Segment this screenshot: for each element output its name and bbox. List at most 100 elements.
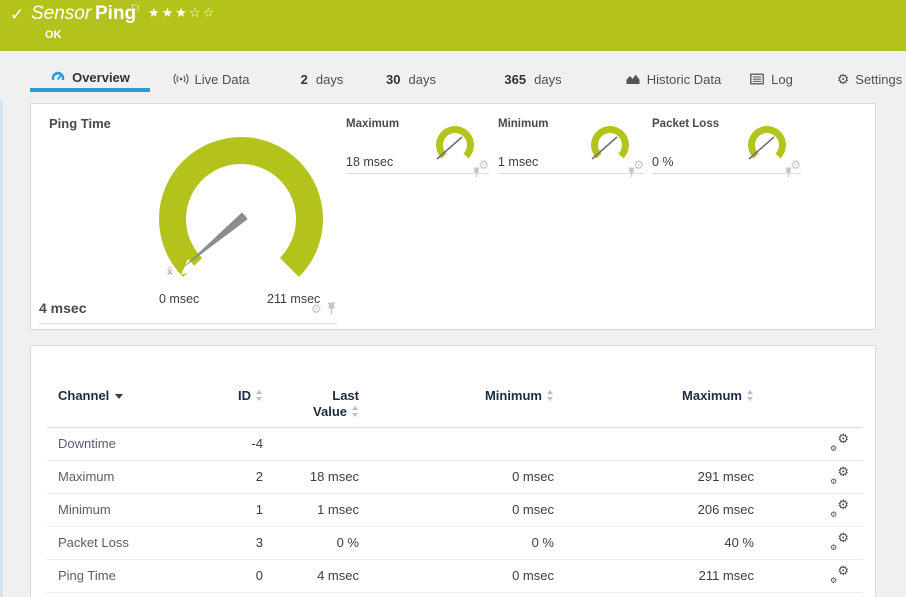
channel-last-value: 0 % — [267, 526, 363, 559]
channel-table-panel: Channel ID Last Value Minimum Maximum — [30, 345, 876, 597]
channel-minimum: 0 msec — [363, 493, 558, 526]
column-header-minimum[interactable]: Minimum — [363, 382, 558, 427]
mini-gauge-title: Minimum — [498, 118, 548, 130]
channel-name[interactable]: Maximum — [47, 460, 237, 493]
channel-settings-icon[interactable]: ⚙⚙ — [830, 435, 849, 452]
channel-last-value: 4 msec — [267, 559, 363, 592]
tab-overview[interactable]: Overview — [30, 66, 150, 92]
pin-icon[interactable] — [326, 302, 337, 315]
maximum-gauge — [429, 120, 481, 172]
tab-label: Settings — [855, 72, 902, 87]
tab-label: Log — [771, 72, 793, 87]
gauge-block-divider — [39, 323, 337, 324]
page-edge-strip — [0, 100, 3, 597]
sort-icon — [256, 390, 263, 401]
tab-label: Historic Data — [647, 72, 721, 87]
status-badge: OK — [45, 29, 62, 41]
table-row-ping-time: Ping Time 0 4 msec 0 msec 211 msec ⚙⚙ — [47, 559, 863, 592]
table-row-maximum: Maximum 2 18 msec 0 msec 291 msec ⚙⚙ — [47, 460, 863, 493]
mini-gauge-minimum: Minimum 1 msec ⚙ — [498, 112, 644, 174]
channel-last-value — [267, 427, 363, 460]
tab-historic-data[interactable]: Historic Data — [618, 66, 728, 92]
sensor-header: ✓ Sensor Ping ⚐ ★★★☆☆ OK — [0, 0, 906, 51]
channel-maximum: 206 msec — [558, 493, 758, 526]
mini-gauge-maximum: Maximum 18 msec ⚙ — [346, 112, 489, 174]
sort-desc-icon — [115, 394, 123, 399]
chart-icon — [625, 71, 641, 87]
tab-bar: Overview Live Data 2 days 30 days 365 da… — [0, 51, 906, 96]
live-signal-icon — [173, 71, 189, 87]
tab-2-days[interactable]: 2 days — [293, 66, 351, 92]
flag-icon[interactable]: ⚐ — [130, 2, 141, 16]
column-header-id[interactable]: ID — [237, 382, 267, 427]
table-row-packet-loss: Packet Loss 3 0 % 0 % 40 % ⚙⚙ — [47, 526, 863, 559]
packet-loss-gauge — [741, 120, 793, 172]
channel-name[interactable]: Packet Loss — [47, 526, 237, 559]
channel-maximum: 40 % — [558, 526, 758, 559]
tab-label: Overview — [72, 70, 130, 85]
channel-minimum: 0 msec — [363, 559, 558, 592]
mini-gauge-packet-loss: Packet Loss 0 % ⚙ — [652, 112, 801, 174]
sort-icon — [352, 406, 359, 417]
channel-settings-icon[interactable]: ⚙⚙ — [830, 501, 849, 518]
gear-icon: ⚙ — [837, 72, 850, 86]
primary-gauge-value: 4 msec — [39, 300, 86, 316]
gauge-icon — [50, 69, 66, 85]
mini-gauge-title: Maximum — [346, 118, 399, 130]
pin-icon[interactable] — [472, 167, 481, 178]
channel-id: 2 — [237, 460, 267, 493]
priority-stars[interactable]: ★★★☆☆ — [148, 5, 216, 21]
channel-minimum: 0 msec — [363, 460, 558, 493]
channel-minimum: 0 % — [363, 526, 558, 559]
mini-gauge-value: 1 msec — [498, 155, 538, 169]
tab-number: 30 — [386, 72, 400, 87]
prtg-sensor-page: ✓ Sensor Ping ⚐ ★★★☆☆ OK Overview Live D… — [0, 0, 906, 597]
column-header-maximum[interactable]: Maximum — [558, 382, 758, 427]
gauges-panel: Ping Time x̄ 0 msec 211 msec 4 msec ⚙ Ma… — [30, 103, 876, 330]
channel-last-value: 18 msec — [267, 460, 363, 493]
tab-settings[interactable]: ⚙ Settings — [833, 66, 906, 92]
ping-time-gauge — [136, 124, 346, 314]
channel-minimum — [363, 427, 558, 460]
status-ok-check-icon: ✓ — [10, 5, 24, 25]
channel-settings-icon[interactable]: ⚙⚙ — [830, 468, 849, 485]
tab-label: days — [409, 72, 436, 87]
tab-label: days — [316, 72, 343, 87]
channel-name[interactable]: Downtime — [47, 427, 237, 460]
pin-icon[interactable] — [784, 167, 793, 178]
mini-gauge-value: 0 % — [652, 155, 674, 169]
channel-maximum: 291 msec — [558, 460, 758, 493]
channel-maximum: 211 msec — [558, 559, 758, 592]
tab-label: days — [534, 72, 561, 87]
mini-gauge-title: Packet Loss — [652, 118, 719, 130]
tab-log[interactable]: Log — [743, 66, 799, 92]
channel-id: 0 — [237, 559, 267, 592]
sort-icon — [547, 390, 554, 401]
sort-icon — [747, 390, 754, 401]
primary-gauge-title: Ping Time — [49, 116, 111, 131]
channel-maximum — [558, 427, 758, 460]
tab-live-data[interactable]: Live Data — [160, 66, 262, 92]
channel-settings-icon[interactable]: ⚙⚙ — [830, 534, 849, 551]
channel-last-value: 1 msec — [267, 493, 363, 526]
tab-label: Live Data — [195, 72, 250, 87]
tab-number: 2 — [301, 72, 308, 87]
channel-id: 1 — [237, 493, 267, 526]
tab-30-days[interactable]: 30 days — [378, 66, 444, 92]
column-header-last-value[interactable]: Last Value — [267, 382, 363, 427]
log-icon — [749, 71, 765, 87]
table-row-minimum: Minimum 1 1 msec 0 msec 206 msec ⚙⚙ — [47, 493, 863, 526]
table-row-downtime: Downtime -4 ⚙⚙ — [47, 427, 863, 460]
tab-number: 365 — [504, 72, 526, 87]
average-marker: x̄ — [167, 266, 173, 278]
tab-365-days[interactable]: 365 days — [496, 66, 570, 92]
gauge-settings-gear-icon[interactable]: ⚙ — [311, 303, 322, 315]
channel-id: -4 — [237, 427, 267, 460]
gauge-scale-min: 0 msec — [159, 292, 199, 306]
channel-name[interactable]: Ping Time — [47, 559, 237, 592]
channel-table: Channel ID Last Value Minimum Maximum — [47, 382, 863, 593]
channel-name[interactable]: Minimum — [47, 493, 237, 526]
channel-settings-icon[interactable]: ⚙⚙ — [830, 567, 849, 584]
pin-icon[interactable] — [627, 167, 636, 178]
column-header-channel[interactable]: Channel — [47, 382, 237, 427]
